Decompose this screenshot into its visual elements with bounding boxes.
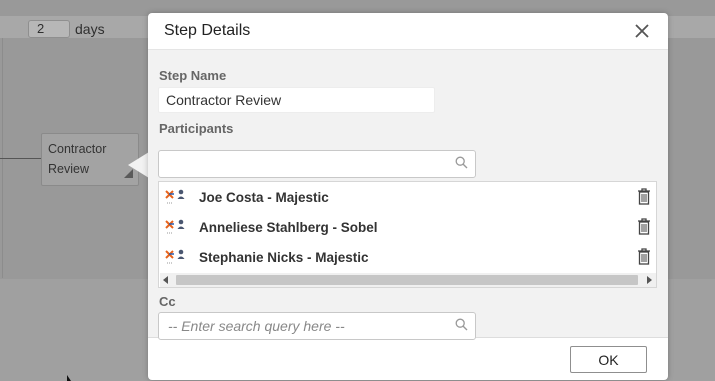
user-group-icon — [165, 189, 185, 204]
dialog-footer: OK — [148, 339, 668, 380]
participants-search-box — [158, 150, 476, 178]
step-details-dialog: Step Details Step Name Participants — [148, 13, 668, 380]
user-group-icon — [165, 219, 185, 234]
cc-search-input[interactable] — [159, 313, 449, 339]
ok-button[interactable]: OK — [570, 346, 647, 373]
workflow-step-node[interactable]: Contractor Review — [41, 133, 139, 186]
mouse-cursor-icon — [67, 375, 71, 381]
cc-search-box — [158, 312, 476, 340]
dialog-title: Step Details — [164, 22, 251, 39]
step-name-input[interactable] — [158, 87, 435, 113]
participants-search-input[interactable] — [159, 151, 449, 177]
dialog-callout-pointer — [128, 152, 149, 178]
participant-row: Joe Costa - Majestic — [159, 182, 656, 212]
dialog-header: Step Details — [148, 13, 668, 50]
participants-label: Participants — [159, 121, 234, 136]
participant-name: Stephanie Nicks - Majestic — [199, 250, 369, 265]
duration-days-input[interactable]: 2 — [28, 20, 70, 38]
workflow-step-node-label-line2: Review — [48, 162, 89, 176]
participant-name: Joe Costa - Majestic — [199, 190, 329, 205]
duration-days-label: days — [75, 21, 105, 37]
workflow-connector — [0, 158, 42, 159]
scrollbar-thumb[interactable] — [176, 275, 638, 285]
search-icon[interactable] — [455, 318, 468, 331]
trash-icon[interactable] — [637, 187, 651, 205]
participant-row: Stephanie Nicks - Majestic — [159, 242, 656, 272]
horizontal-scrollbar[interactable] — [160, 273, 656, 287]
close-icon[interactable] — [633, 22, 651, 40]
participant-name: Anneliese Stahlberg - Sobel — [199, 220, 378, 235]
search-icon[interactable] — [455, 156, 468, 169]
workflow-step-node-label-line1: Contractor — [48, 142, 107, 156]
participants-list: Joe Costa - Majestic Anneliese Stahlberg… — [158, 181, 657, 288]
trash-icon[interactable] — [637, 217, 651, 235]
dialog-body: Step Name Participants Joe Costa - Majes… — [148, 50, 668, 340]
user-group-icon — [165, 249, 185, 264]
trash-icon[interactable] — [637, 247, 651, 265]
cc-label: Cc — [159, 294, 176, 309]
scroll-left-arrow-icon[interactable] — [163, 276, 168, 284]
step-name-label: Step Name — [159, 68, 227, 83]
scroll-right-arrow-icon[interactable] — [647, 276, 652, 284]
participant-row: Anneliese Stahlberg - Sobel — [159, 212, 656, 242]
